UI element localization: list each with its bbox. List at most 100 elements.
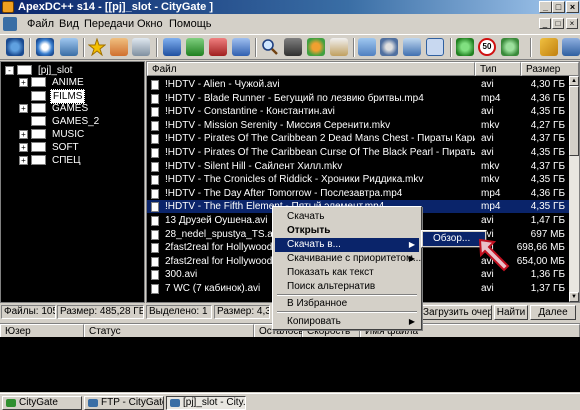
expand-icon[interactable]: + [19, 129, 28, 139]
column-user[interactable]: Юзер [0, 324, 84, 338]
reconnect-icon[interactable] [36, 38, 54, 56]
menu-window[interactable]: Окно [137, 17, 163, 31]
tree-item[interactable]: GAMES_2 [19, 115, 101, 128]
next-button[interactable]: Далее [530, 305, 576, 320]
tree-item[interactable]: + ANIME [19, 76, 86, 89]
file-name: !HDTV - Alien - Чужой.avi [165, 79, 280, 90]
network-stats-icon[interactable] [358, 38, 376, 56]
context-menu-item[interactable]: Копировать ▶ [275, 315, 419, 329]
file-row[interactable]: !HDTV - The Day After Tomorrow - Послеза… [147, 187, 569, 200]
expand-icon[interactable]: + [19, 77, 28, 87]
file-name: !HDTV - The Day After Tomorrow - Послеза… [165, 187, 403, 199]
app-icon[interactable] [2, 1, 14, 13]
folder-tree[interactable]: - [pj]_slot + ANIME FILMS + GAMES GAMES_2 + MUSI… [0, 61, 145, 303]
context-menu-label: В Избранное [287, 298, 348, 309]
find-button[interactable]: Найти [494, 305, 528, 320]
tree-item[interactable]: FILMS [19, 89, 86, 104]
file-row[interactable]: !HDTV - Pirates Of The Caribbean Curse O… [147, 146, 569, 159]
close-button[interactable]: × [566, 1, 579, 13]
context-menu-item[interactable]: Скачать в... ▶ [275, 238, 419, 252]
browse-menu-item[interactable]: Обзор... [423, 232, 485, 246]
spy-icon[interactable] [284, 38, 302, 56]
menu-help[interactable]: Помощь [169, 17, 212, 31]
file-row[interactable]: !HDTV - Mission Serenity - Миссия Серени… [147, 119, 569, 132]
context-menu-item[interactable]: Открыть [275, 224, 419, 238]
expand-icon[interactable]: + [19, 142, 28, 152]
settings-icon[interactable] [380, 38, 398, 56]
away-icon[interactable] [426, 38, 444, 56]
system-log-icon[interactable] [403, 38, 421, 56]
power-icon[interactable] [456, 38, 474, 56]
folder-icon [17, 65, 32, 76]
stop-icon[interactable] [501, 38, 519, 56]
upload-icon[interactable] [209, 38, 227, 56]
transfers-list[interactable] [0, 337, 580, 392]
queue-icon[interactable] [163, 38, 181, 56]
title-bar: ApexDC++ s14 - [[pj]_slot - CityGate ] _… [0, 0, 580, 14]
submenu-arrow-icon: ▶ [408, 317, 415, 326]
context-menu-item[interactable]: Скачать [275, 210, 419, 224]
users-icon[interactable] [60, 38, 78, 56]
file-icon [151, 216, 159, 226]
expand-icon[interactable]: + [19, 103, 28, 113]
tree-item[interactable]: + MUSIC [19, 128, 86, 141]
column-status[interactable]: Статус [84, 324, 254, 338]
file-icon [151, 243, 159, 254]
task-ftp[interactable]: FTP - CityGate [84, 396, 164, 410]
file-row[interactable]: !HDTV - Silent Hill - Сайлент Хилл.mkv mk… [147, 160, 569, 173]
tree-item[interactable]: + СПЕЦ [19, 154, 82, 167]
favorites-icon[interactable] [87, 37, 107, 57]
context-menu-item[interactable]: В Избранное [275, 297, 419, 311]
file-icon [151, 120, 159, 131]
task-filelist[interactable]: [pj]_slot - City... [166, 396, 246, 410]
file-row[interactable]: !HDTV - Blade Runner - Бегущий по лезвию… [147, 92, 569, 105]
scroll-thumb[interactable] [569, 86, 579, 156]
finished-icon[interactable] [186, 38, 204, 56]
collapse-icon[interactable]: - [5, 65, 14, 75]
open-list-icon[interactable] [540, 38, 558, 56]
search-icon[interactable] [261, 38, 279, 56]
column-type[interactable]: Тип [475, 62, 521, 76]
tree-item[interactable]: + GAMES [19, 102, 90, 115]
mdi-window-icon[interactable] [3, 17, 17, 31]
mdi-close-button[interactable]: × [566, 18, 578, 29]
scroll-down-button[interactable]: ▼ [569, 292, 579, 302]
expand-icon[interactable]: + [19, 155, 28, 165]
file-row[interactable]: !HDTV - Alien - Чужой.avi avi 4,30 ГБ [147, 78, 569, 91]
vertical-scrollbar[interactable]: ▲ ▼ [569, 76, 579, 302]
context-menu-item[interactable]: Поиск альтернатив [275, 280, 419, 294]
file-type: avi [481, 133, 494, 145]
toolbar-separator [255, 38, 257, 57]
task-citygate[interactable]: CityGate [2, 396, 82, 410]
connect-icon[interactable] [6, 38, 24, 56]
column-size[interactable]: Размер [521, 62, 579, 76]
file-row[interactable]: !HDTV - The Cronicles of Riddick - Хрони… [147, 173, 569, 186]
menu-view[interactable]: Вид [59, 17, 79, 31]
scroll-up-button[interactable]: ▲ [569, 76, 579, 86]
adl-search-icon[interactable] [307, 38, 325, 56]
limiter-icon[interactable]: 50 [478, 38, 496, 56]
notepad-icon[interactable] [330, 38, 348, 56]
menu-transfers[interactable]: Передачи [84, 17, 134, 31]
column-file[interactable]: Файл [147, 62, 475, 76]
context-menu-item[interactable]: Показать как текст [275, 266, 419, 280]
file-icon [151, 188, 159, 199]
maximize-button[interactable]: □ [552, 1, 565, 13]
mdi-minimize-button[interactable]: _ [539, 18, 551, 29]
file-row[interactable]: !HDTV - Constantine - Константин.avi avi 4… [147, 105, 569, 118]
upload-queue-icon[interactable] [232, 38, 250, 56]
toolbar-extra-icon[interactable] [562, 38, 580, 56]
recent-hubs-icon[interactable] [132, 38, 150, 56]
tree-item[interactable]: + SOFT [19, 141, 81, 154]
file-name: !HDTV - Pirates Of The Caribbean Curse O… [165, 147, 475, 158]
file-row[interactable]: !HDTV - Pirates Of The Caribbean 2 Dead … [147, 132, 569, 145]
menu-file[interactable]: Файл [27, 17, 54, 31]
favorite-users-icon[interactable] [110, 38, 128, 56]
toolbar: 50 [0, 34, 580, 60]
mdi-restore-button[interactable]: □ [552, 18, 564, 29]
minimize-button[interactable]: _ [539, 1, 552, 13]
context-menu-item[interactable]: Скачивание с приоритетом... ▶ [275, 252, 421, 266]
download-queue-button[interactable]: Загрузить очередь [422, 305, 492, 320]
file-icon [151, 202, 159, 213]
file-type: avi [481, 215, 494, 226]
